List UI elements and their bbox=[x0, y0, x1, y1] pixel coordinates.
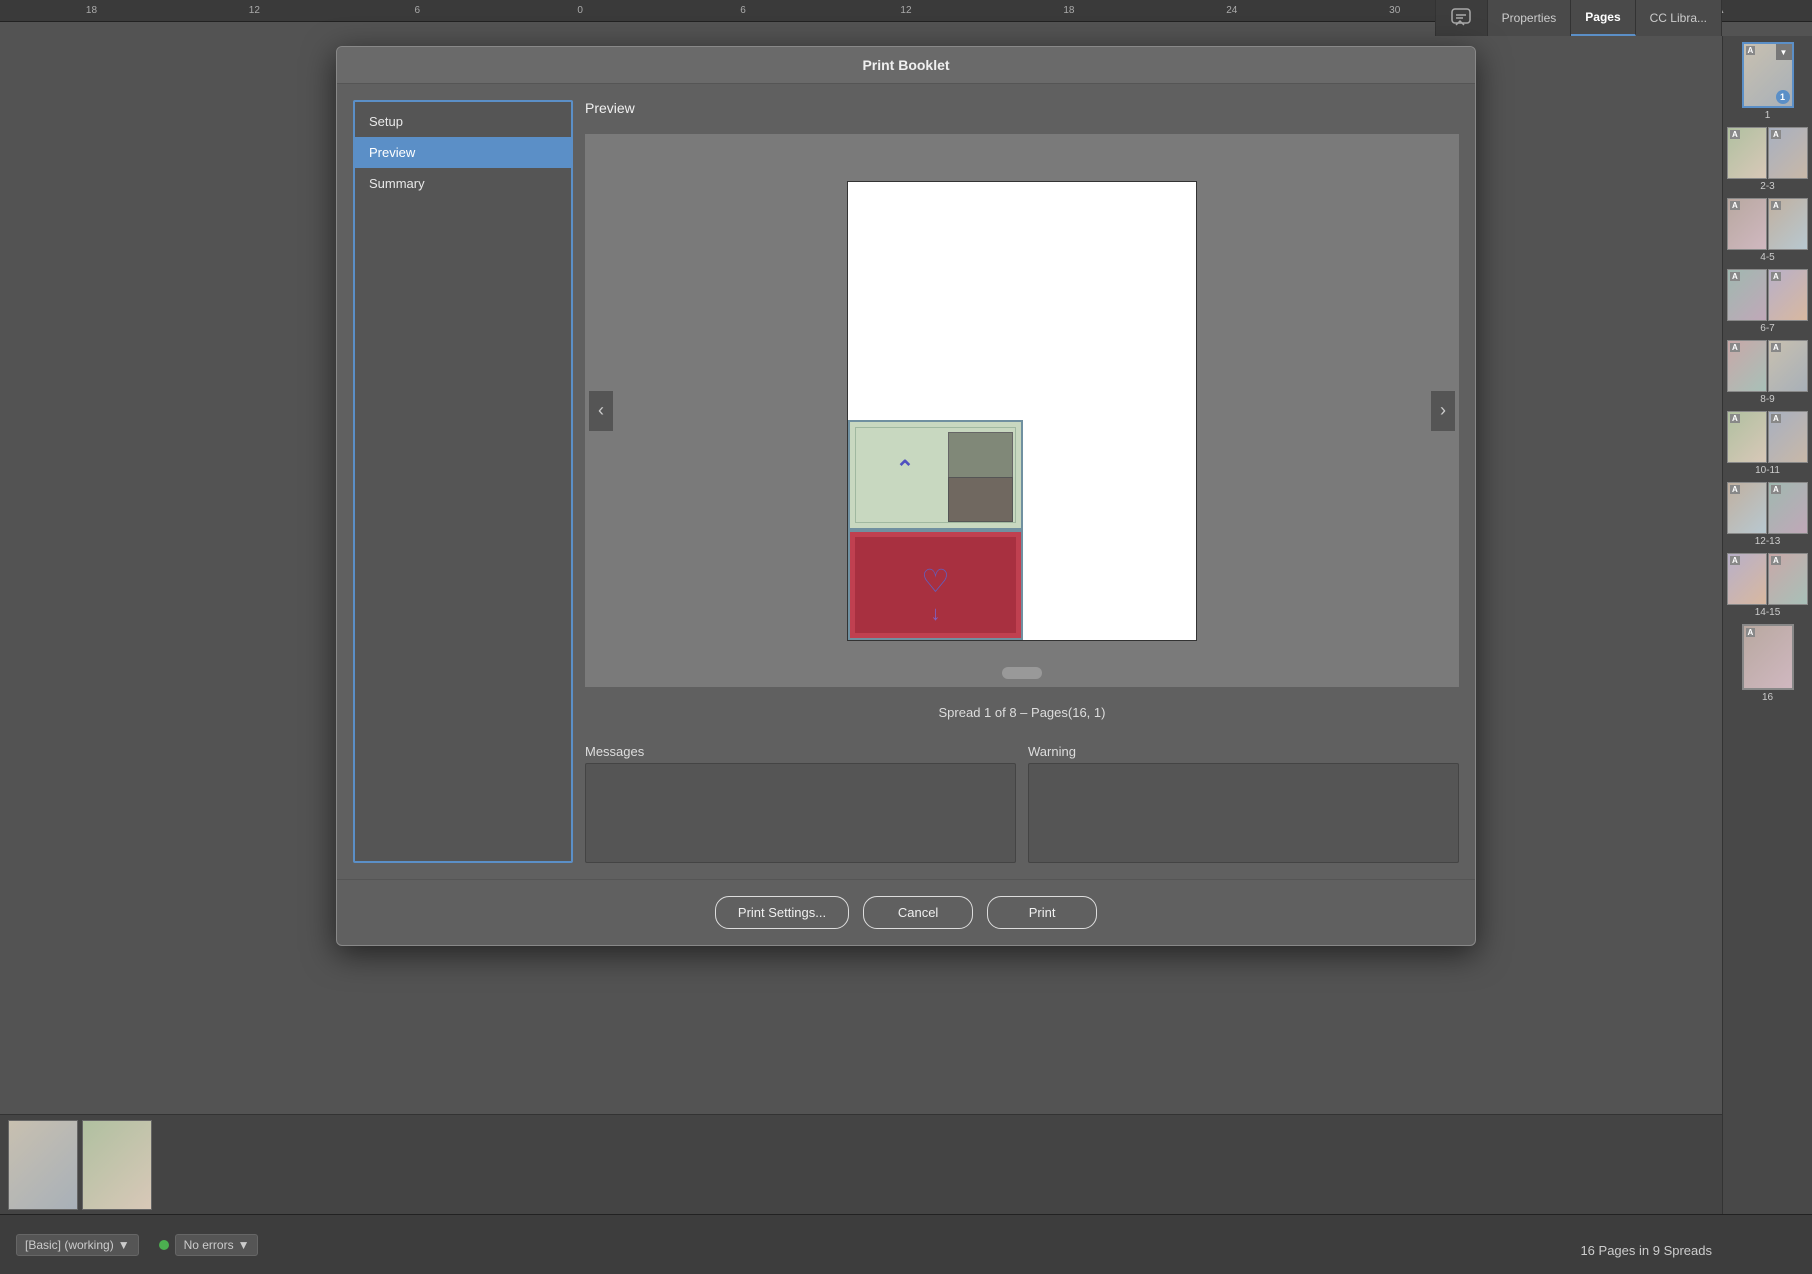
status-bar: [Basic] (working) ▼ No errors ▼ 16 Pages… bbox=[0, 1214, 1812, 1274]
ruler-mark: 12 bbox=[825, 5, 988, 16]
dialog-footer: Print Settings... Cancel Print bbox=[337, 879, 1475, 945]
preset-item: [Basic] (working) ▼ bbox=[16, 1234, 139, 1256]
preset-dropdown[interactable]: [Basic] (working) ▼ bbox=[16, 1234, 139, 1256]
properties-tab[interactable]: Properties bbox=[1488, 0, 1572, 36]
cat-photo-top bbox=[948, 432, 1013, 482]
cc-library-tab[interactable]: CC Libra... bbox=[1636, 0, 1722, 36]
dialog-backdrop: Print Booklet Setup Preview Summary Prev… bbox=[0, 36, 1812, 1214]
preview-section-title: Preview bbox=[585, 100, 1459, 116]
errors-chevron: ▼ bbox=[238, 1238, 250, 1252]
messages-box: Messages bbox=[585, 744, 1016, 863]
no-errors-dot bbox=[159, 1240, 169, 1250]
preview-page: ⌃ ♡ ↓ bbox=[847, 181, 1197, 641]
preset-label: [Basic] (working) bbox=[25, 1238, 114, 1252]
arrow-down-icon: ↓ bbox=[931, 603, 941, 626]
warning-area[interactable] bbox=[1028, 763, 1459, 863]
ruler-mark: 0 bbox=[499, 5, 662, 16]
main-content: Preview ‹ bbox=[585, 100, 1459, 863]
spread-top-image: ⌃ bbox=[848, 420, 1023, 530]
cat-photo-bottom bbox=[948, 477, 1013, 522]
print-settings-button[interactable]: Print Settings... bbox=[715, 896, 849, 929]
top-panel: Properties Pages CC Libra... bbox=[1435, 0, 1722, 36]
spread-bottom-image: ♡ ↓ bbox=[848, 530, 1023, 640]
ruler-mark: 18 bbox=[10, 5, 173, 16]
spread-info: Spread 1 of 8 – Pages(16, 1) bbox=[585, 699, 1459, 726]
preset-chevron: ▼ bbox=[118, 1238, 130, 1252]
bottom-strip bbox=[0, 1114, 1722, 1214]
ruler-mark: 12 bbox=[173, 5, 336, 16]
ruler-mark: 6 bbox=[336, 5, 499, 16]
ruler-mark: 18 bbox=[987, 5, 1150, 16]
warning-box: Warning bbox=[1028, 744, 1459, 863]
warning-label: Warning bbox=[1028, 744, 1459, 759]
messages-area[interactable] bbox=[585, 763, 1016, 863]
strip-thumb-2[interactable] bbox=[82, 1120, 152, 1210]
scroll-thumb[interactable] bbox=[1002, 667, 1042, 679]
dialog-title: Print Booklet bbox=[337, 47, 1475, 84]
strip-thumb-1[interactable] bbox=[8, 1120, 78, 1210]
sidebar: Setup Preview Summary bbox=[353, 100, 573, 863]
next-spread-button[interactable]: › bbox=[1431, 391, 1455, 431]
pages-tab[interactable]: Pages bbox=[1571, 0, 1635, 36]
prev-spread-button[interactable]: ‹ bbox=[589, 391, 613, 431]
print-button[interactable]: Print bbox=[987, 896, 1097, 929]
pages-in-spreads: 16 Pages in 9 Spreads bbox=[1580, 1243, 1712, 1258]
print-booklet-dialog: Print Booklet Setup Preview Summary Prev… bbox=[336, 46, 1476, 946]
dialog-body: Setup Preview Summary Preview ‹ bbox=[337, 84, 1475, 879]
sidebar-item-summary[interactable]: Summary bbox=[355, 168, 571, 199]
messages-section: Messages Warning bbox=[585, 744, 1459, 863]
messages-label: Messages bbox=[585, 744, 1016, 759]
cancel-button[interactable]: Cancel bbox=[863, 896, 973, 929]
ruler-mark: 6 bbox=[662, 5, 825, 16]
errors-item: No errors ▼ bbox=[159, 1234, 259, 1256]
chat-icon-button[interactable] bbox=[1436, 0, 1488, 36]
blue-mark: ⌃ bbox=[895, 457, 915, 482]
errors-dropdown[interactable]: No errors ▼ bbox=[175, 1234, 259, 1256]
sidebar-item-setup[interactable]: Setup bbox=[355, 106, 571, 137]
preview-area: ‹ ⌃ bbox=[585, 134, 1459, 687]
spread-content: ⌃ ♡ ↓ bbox=[848, 420, 1023, 640]
sidebar-item-preview[interactable]: Preview bbox=[355, 137, 571, 168]
ruler-mark: 24 bbox=[1150, 5, 1313, 16]
heart-icon: ♡ bbox=[921, 562, 950, 600]
errors-label: No errors bbox=[184, 1238, 234, 1252]
